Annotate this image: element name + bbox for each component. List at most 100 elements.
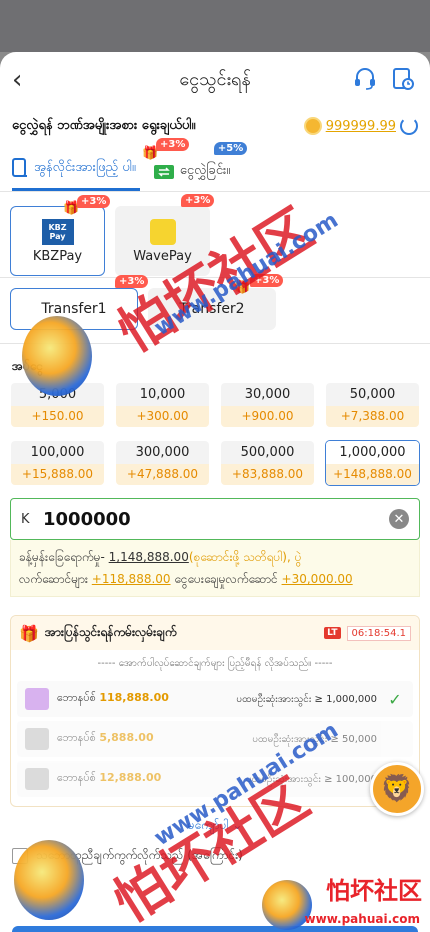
tier-amount: 12,888.00 xyxy=(99,771,162,784)
amount-bonus: +7,388.00 xyxy=(326,405,419,427)
wavepay-logo-icon xyxy=(149,218,176,245)
amount-option[interactable]: 100,000 +15,888.00 xyxy=(10,440,105,486)
note-text: ခန့်မှန်းခြေရောက်မှု- xyxy=(19,550,109,564)
gift-icon: 🎁 xyxy=(234,280,251,295)
show-more-button[interactable]: မကျော်ပါ ⌄ xyxy=(0,807,430,845)
note-text: (စုဆောင်းဖို့ သတိရပါ), ပွဲ xyxy=(188,550,302,564)
channel-label: Transfer2 xyxy=(179,301,245,317)
amount-bonus: +148,888.00 xyxy=(326,463,419,485)
offer-tier: ဘောနပ်စ် 12,888.00 ပထမဦးဆုံးအားသွင်း ≥ 1… xyxy=(17,761,413,797)
bank-type-label: ငွေလွှဲရန် ဘဏ်အမျိုးအစား ရွေးချယ်ပါ။ xyxy=(12,117,196,133)
gift-box-icon xyxy=(25,728,49,750)
amount-value: 50,000 xyxy=(326,383,419,406)
payment-tabs: အွန်လိုင်းအားဖြည့် ပါ။ 🎁 +3% ငွေလွှဲခြင်… xyxy=(0,138,430,192)
tab-online-topup[interactable]: အွန်လိုင်းအားဖြည့် ပါ။ 🎁 +3% xyxy=(12,138,190,191)
page-title: ငွေသွင်းရန် xyxy=(179,68,251,90)
method-wavepay[interactable]: WavePay +3% xyxy=(115,194,215,276)
tier-bonus: ဘောနပ်စ် 5,888.00 xyxy=(57,731,197,747)
tier-name: ဘောနပ်စ် xyxy=(57,771,96,784)
method-label: WavePay xyxy=(133,248,192,264)
offer-header: 🎁 အားပြန်သွင်းရန်ကမ်းလှမ်းချက် LT 06:18:… xyxy=(11,616,419,650)
bank-transfer-icon xyxy=(153,164,174,179)
bonus-badge: +3% xyxy=(77,195,111,208)
amount-option[interactable]: 10,000 +300.00 xyxy=(115,382,210,428)
clear-icon[interactable]: ✕ xyxy=(389,509,409,529)
amount-input[interactable]: 1000000 xyxy=(43,509,389,530)
recharge-offer-card: 🎁 အားပြန်သွင်းရန်ကမ်းလှမ်းချက် LT 06:18:… xyxy=(10,615,420,807)
payment-methods: KBZ Pay KBZPay 🎁 +3% WavePay +3% xyxy=(0,192,430,278)
amount-field[interactable]: K 1000000 ✕ xyxy=(10,498,420,540)
amount-option[interactable]: 500,000 +83,888.00 xyxy=(220,440,315,486)
payment-gift-amount: +30,000.00 xyxy=(281,572,353,586)
phone-icon xyxy=(12,158,27,177)
kbzpay-logo-icon: KBZ Pay xyxy=(41,218,74,245)
bonus-badge: +5% xyxy=(213,142,248,155)
offer-subtitle: ----- အောက်ပါလုပ်ဆောင်ချက်များ ပြည့်မီရန… xyxy=(97,658,333,669)
gift-line: လက်ဆောင်များ +118,888.00 ငွေပေးချေမှုလက်… xyxy=(19,568,411,590)
amount-bonus: +83,888.00 xyxy=(221,463,314,485)
tab-transfer[interactable]: ငွေလွှဲခြင်း။ +5% xyxy=(153,142,248,191)
amount-option[interactable]: 1,000,000 +148,888.00 xyxy=(325,440,420,486)
currency-symbol: K xyxy=(21,511,30,527)
tab-label: အွန်လိုင်းအားဖြည့် ပါ။ xyxy=(34,159,136,175)
gift-icon: 🎁 xyxy=(19,623,39,643)
history-icon[interactable] xyxy=(390,66,416,92)
amount-option[interactable]: 300,000 +47,888.00 xyxy=(115,440,210,486)
amount-bonus: +300.00 xyxy=(116,405,209,427)
tier-amount: 5,888.00 xyxy=(99,731,154,744)
amount-bonus: +15,888.00 xyxy=(11,463,104,485)
amount-value: 10,000 xyxy=(116,383,209,406)
method-label: KBZPay xyxy=(32,248,83,264)
refresh-icon[interactable] xyxy=(400,117,418,135)
tier-bonus: ဘောနပ်စ် 12,888.00 xyxy=(57,771,197,787)
balance-value: 999999.99 xyxy=(325,118,396,134)
channel-label: Transfer1 xyxy=(41,301,107,317)
amount-value: 30,000 xyxy=(221,383,314,406)
tier-condition: ပထမဦးဆုံးအားသွင်း ≥ 100,000 xyxy=(245,773,377,785)
amount-bonus: +150.00 xyxy=(11,405,104,427)
estimate-amount: 1,148,888.00 xyxy=(108,550,189,564)
amount-value: 100,000 xyxy=(11,441,104,464)
bank-type-row: ငွေလွှဲရန် ဘဏ်အမျိုးအစား ရွေးချယ်ပါ။ 999… xyxy=(0,108,430,144)
note-text: လက်ဆောင်များ xyxy=(19,572,92,586)
amount-grid: 5,000+150.00 10,000+300.00 30,000+900.00… xyxy=(0,382,430,486)
limited-time-badge: LT xyxy=(324,627,341,639)
amount-value: 300,000 xyxy=(116,441,209,464)
amount-bonus: +900.00 xyxy=(221,405,314,427)
bonus-badge: +3% xyxy=(181,194,215,207)
submit-button[interactable] xyxy=(12,926,418,932)
gift-box-icon xyxy=(25,688,49,710)
tier-amount: 118,888.00 xyxy=(99,691,169,704)
offer-tier: ဘောနပ်စ် 118,888.00 ပထမဦးဆုံးအားသွင်း ≥ … xyxy=(17,681,413,717)
gift-amount: +118,888.00 xyxy=(91,572,171,586)
balance: 999999.99 xyxy=(303,117,418,135)
coin-icon xyxy=(303,117,322,135)
tier-name: ဘောနပ်စ် xyxy=(57,691,96,704)
headset-icon[interactable] xyxy=(352,66,378,92)
amount-value: 1,000,000 xyxy=(326,441,419,464)
check-icon: ✓ xyxy=(388,689,402,709)
tier-bonus: ဘောနပ်စ် 118,888.00 xyxy=(57,691,197,707)
method-kbzpay[interactable]: KBZ Pay KBZPay 🎁 +3% xyxy=(10,195,111,276)
estimate-line: ခန့်မှန်းခြေရောက်မှု- 1,148,888.00(စုဆော… xyxy=(19,546,411,568)
lion-mascot-icon[interactable]: 🦁 xyxy=(370,762,424,816)
amount-bonus: +47,888.00 xyxy=(116,463,209,485)
tab-label: ငွေလွှဲခြင်း။ xyxy=(179,163,231,178)
tier-condition: ပထမဦးဆုံးအားသွင်း ≥ 1,000,000 xyxy=(236,693,377,705)
offer-title: အားပြန်သွင်းရန်ကမ်းလှမ်းချက် xyxy=(44,625,177,639)
fish-logo-icon xyxy=(22,316,92,396)
tier-condition: ပထမဦးဆုံးအားသွင်း ≥ 50,000 xyxy=(252,733,377,745)
tier-name: ဘောနပ်စ် xyxy=(57,731,96,744)
amount-value: 500,000 xyxy=(221,441,314,464)
chevron-left-icon[interactable]: ‹ xyxy=(12,66,36,94)
chevron-down-icon: ⌄ xyxy=(232,818,243,832)
bonus-badge: +3% xyxy=(156,138,190,151)
fish-logo-icon xyxy=(14,840,84,920)
channel-transfer2[interactable]: Transfer2 🎁 +3% xyxy=(148,274,284,330)
amount-option[interactable]: 50,000 +7,388.00 xyxy=(325,382,420,428)
estimate-note: ခန့်မှန်းခြေရောက်မှု- 1,148,888.00(စုဆော… xyxy=(10,540,420,597)
bonus-badge: +3% xyxy=(250,274,284,287)
amount-option[interactable]: 30,000 +900.00 xyxy=(220,382,315,428)
show-more-label: မကျော်ပါ xyxy=(187,818,229,832)
header: ‹ ငွေသွင်းရန် xyxy=(0,52,430,108)
